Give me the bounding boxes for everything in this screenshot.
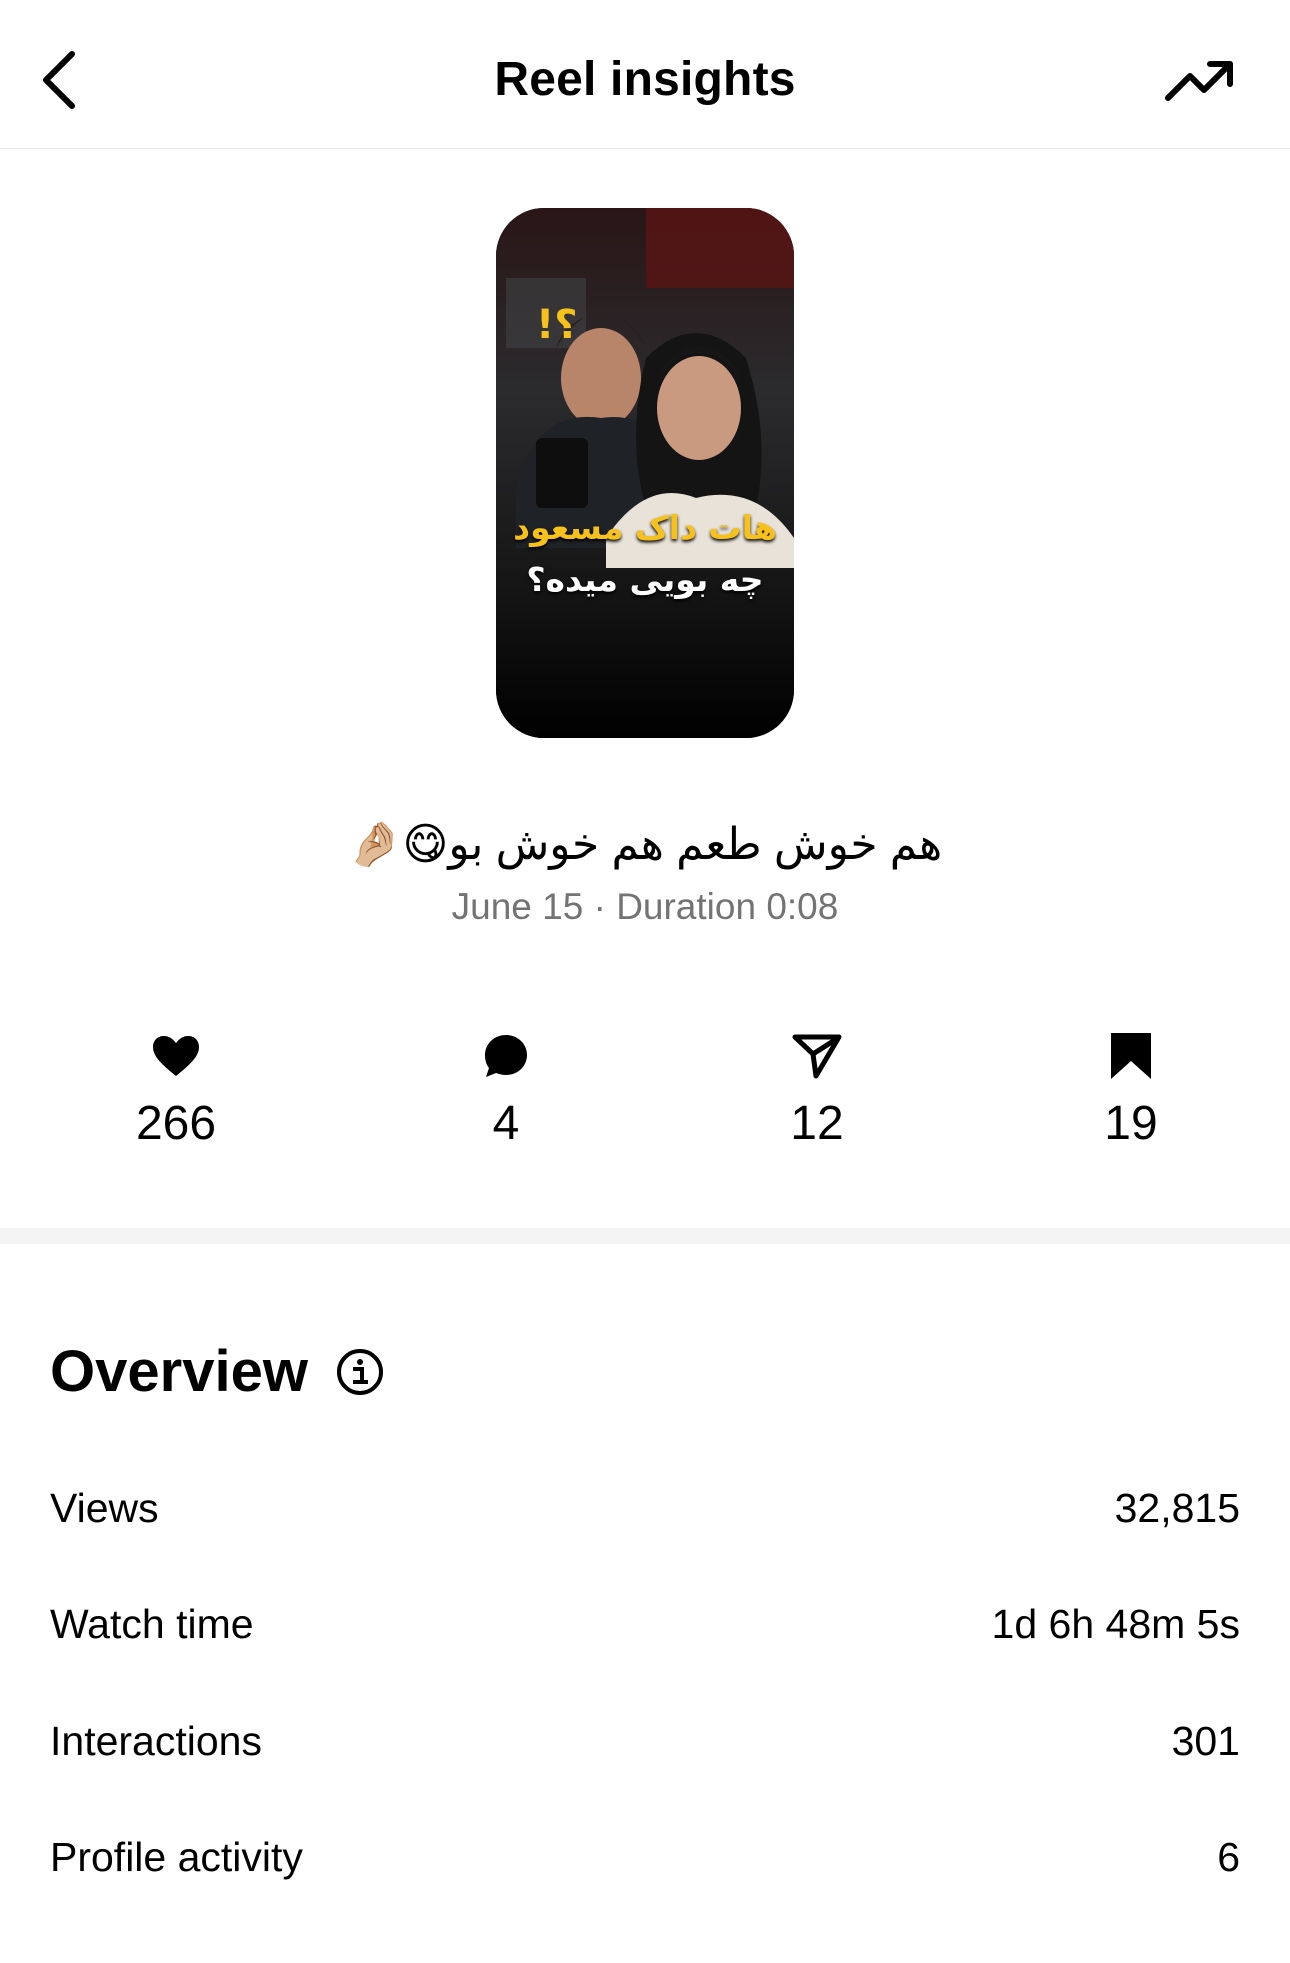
thumbnail-title-line2: چه بویی میده؟ xyxy=(526,560,764,599)
reel-thumbnail[interactable]: !؟ هات داک مسعود چه بویی میده؟ xyxy=(496,208,794,738)
metric-label: Views xyxy=(50,1484,159,1531)
overview-title: Overview xyxy=(50,1339,308,1404)
metric-label: Profile activity xyxy=(50,1833,303,1880)
metric-row-watch-time[interactable]: Watch time 1d 6h 48m 5s xyxy=(50,1594,1240,1654)
reel-caption: هم خوش طعم هم خوش بو😋🤌🏼 xyxy=(347,820,943,869)
thumbnail-title-line1: هات داک مسعود xyxy=(513,508,777,547)
trends-button[interactable] xyxy=(1160,52,1240,112)
comments-count: 4 xyxy=(492,1097,520,1150)
shares-stat: 12 xyxy=(717,1028,917,1152)
heart-icon xyxy=(76,1028,276,1084)
page-title: Reel insights xyxy=(494,53,796,106)
send-icon xyxy=(717,1028,917,1084)
metric-value: 1d 6h 48m 5s xyxy=(991,1600,1240,1647)
info-icon[interactable] xyxy=(336,1348,384,1396)
svg-text:!؟: !؟ xyxy=(536,302,577,348)
metric-row-views[interactable]: Views 32,815 xyxy=(50,1478,1240,1538)
metric-label: Interactions xyxy=(50,1717,262,1764)
comment-icon xyxy=(406,1028,606,1084)
metric-value: 6 xyxy=(1217,1833,1240,1880)
likes-count: 266 xyxy=(135,1097,217,1150)
section-divider xyxy=(0,1228,1290,1244)
bookmark-icon xyxy=(1031,1028,1231,1084)
metric-value: 32,815 xyxy=(1114,1484,1240,1531)
header-bar: Reel insights xyxy=(0,0,1290,149)
reel-meta: June 15 · Duration 0:08 xyxy=(451,886,839,927)
likes-stat: 266 xyxy=(76,1028,276,1152)
trending-up-icon xyxy=(1164,56,1236,109)
metric-row-profile-activity[interactable]: Profile activity 6 xyxy=(50,1827,1240,1887)
saves-stat: 19 xyxy=(1031,1028,1231,1152)
saves-count: 19 xyxy=(1104,1097,1158,1150)
metric-label: Watch time xyxy=(50,1600,254,1647)
shares-count: 12 xyxy=(790,1097,844,1150)
metric-value: 301 xyxy=(1171,1717,1240,1764)
metric-row-interactions[interactable]: Interactions 301 xyxy=(50,1711,1240,1771)
overview-heading: Overview xyxy=(50,1338,384,1405)
comments-stat: 4 xyxy=(406,1028,606,1152)
